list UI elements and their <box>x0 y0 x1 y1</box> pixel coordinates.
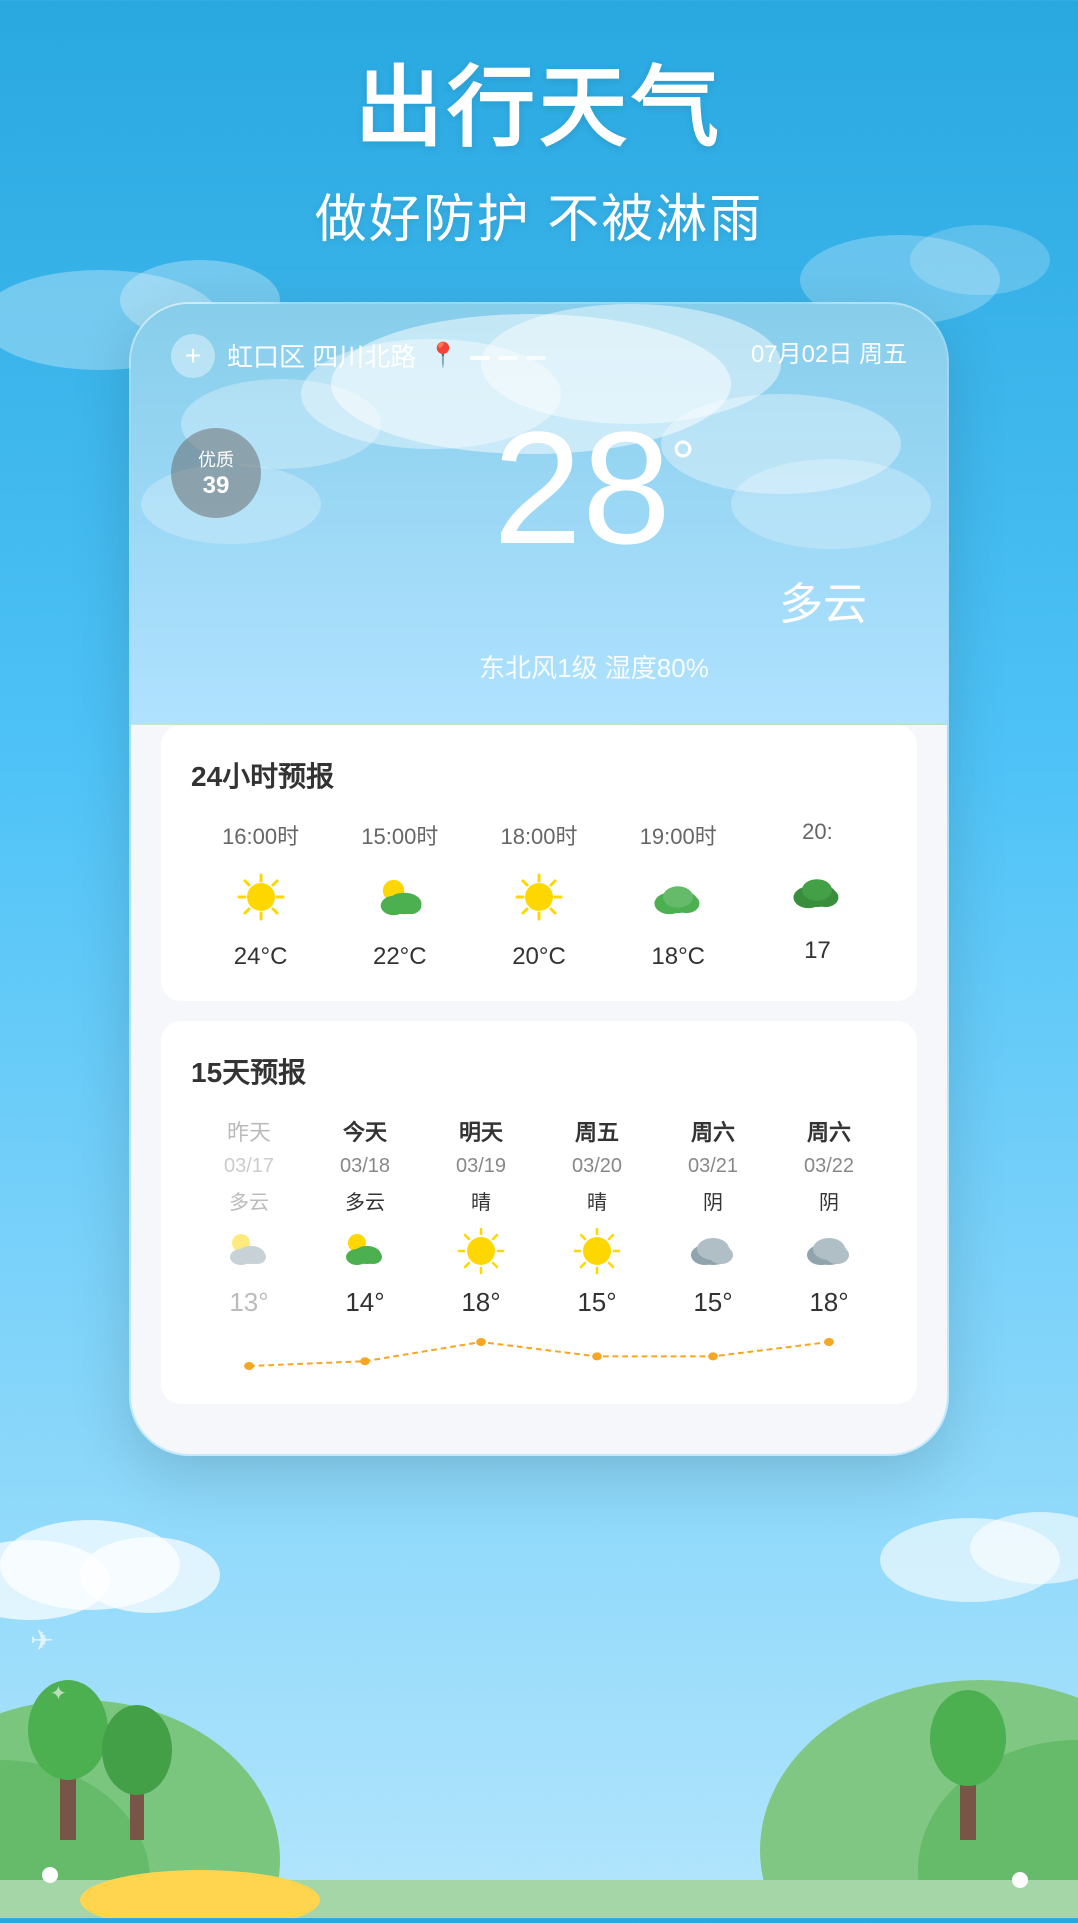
weather-condition: 多云 <box>779 568 867 632</box>
daily-forecast-card: 15天预报 昨天 03/17 多云 <box>161 1021 917 1404</box>
daily-forecast-grid: 昨天 03/17 多云 13° <box>191 1115 887 1374</box>
hourly-forecast-list: 16:00时 <box>191 819 887 971</box>
date-display: 07月02日 周五 <box>751 334 907 369</box>
weather-header: + 虹口区 四川北路 📍 07月02日 周五 优质 39 <box>131 304 947 725</box>
sun-icon-2 <box>509 867 569 927</box>
daily-title: 15天预报 <box>191 1051 887 1091</box>
page-indicators <box>470 356 546 360</box>
hour-item-2: 15:00时 22°C <box>330 819 469 971</box>
weather-details: 东北风1级 湿度80% <box>479 653 709 683</box>
partly-cloudy-icon-1 <box>370 867 430 927</box>
daily-col-2: 明天 03/19 晴 <box>423 1115 539 1318</box>
daily-col-5: 周六 03/22 阴 18° <box>771 1115 887 1318</box>
daily-icon-2 <box>453 1223 509 1279</box>
svg-text:✦: ✦ <box>50 1683 67 1705</box>
hour-item-3: 18:00时 <box>469 819 608 971</box>
sub-title: 做好防护 不被淋雨 <box>0 177 1078 252</box>
location-text: 虹口区 四川北路 <box>227 337 416 374</box>
location-group: + 虹口区 四川北路 📍 <box>171 334 546 378</box>
dot-2 <box>498 356 518 360</box>
daily-col-0: 昨天 03/17 多云 13° <box>191 1115 307 1318</box>
cloudy-icon-2 <box>787 861 847 921</box>
location-icon: 📍 <box>428 341 458 370</box>
cloudy-icon-1 <box>648 867 708 927</box>
hour-item-1: 16:00时 <box>191 819 330 971</box>
main-title: 出行天气 <box>0 60 1078 157</box>
daily-col-4: 周六 03/21 阴 15° <box>655 1115 771 1318</box>
daily-icon-3 <box>569 1223 625 1279</box>
daily-header: 昨天 03/17 多云 13° <box>191 1115 887 1318</box>
aqi-badge: 优质 39 <box>171 428 261 518</box>
sun-icon-1 <box>231 867 291 927</box>
daily-icon-0 <box>221 1223 277 1279</box>
hourly-forecast-card: 24小时预报 16:00时 <box>161 725 917 1001</box>
daily-icon-4 <box>685 1223 741 1279</box>
dot-3 <box>526 356 546 360</box>
daily-col-1: 今天 03/18 多云 14° <box>307 1115 423 1318</box>
temperature-section: 28° 多云 东北风1级 湿度80% <box>281 408 907 685</box>
temperature-value: 28 <box>493 398 671 577</box>
hour-item-5: 20: 17 <box>748 819 887 971</box>
phone-mockup: + 虹口区 四川北路 📍 07月02日 周五 优质 39 <box>129 302 949 1456</box>
degree-symbol: ° <box>671 428 695 497</box>
daily-icon-1 <box>337 1223 393 1279</box>
dot-1 <box>470 356 490 360</box>
hour-item-4: 19:00时 18°C <box>609 819 748 971</box>
add-location-button[interactable]: + <box>171 334 215 378</box>
svg-text:✈: ✈ <box>30 1625 53 1656</box>
daily-col-3: 周五 03/20 晴 <box>539 1115 655 1318</box>
hourly-title: 24小时预报 <box>191 755 887 795</box>
cards-section: 24小时预报 16:00时 <box>131 725 947 1454</box>
daily-icon-5 <box>801 1223 857 1279</box>
temp-trend <box>191 1334 887 1374</box>
